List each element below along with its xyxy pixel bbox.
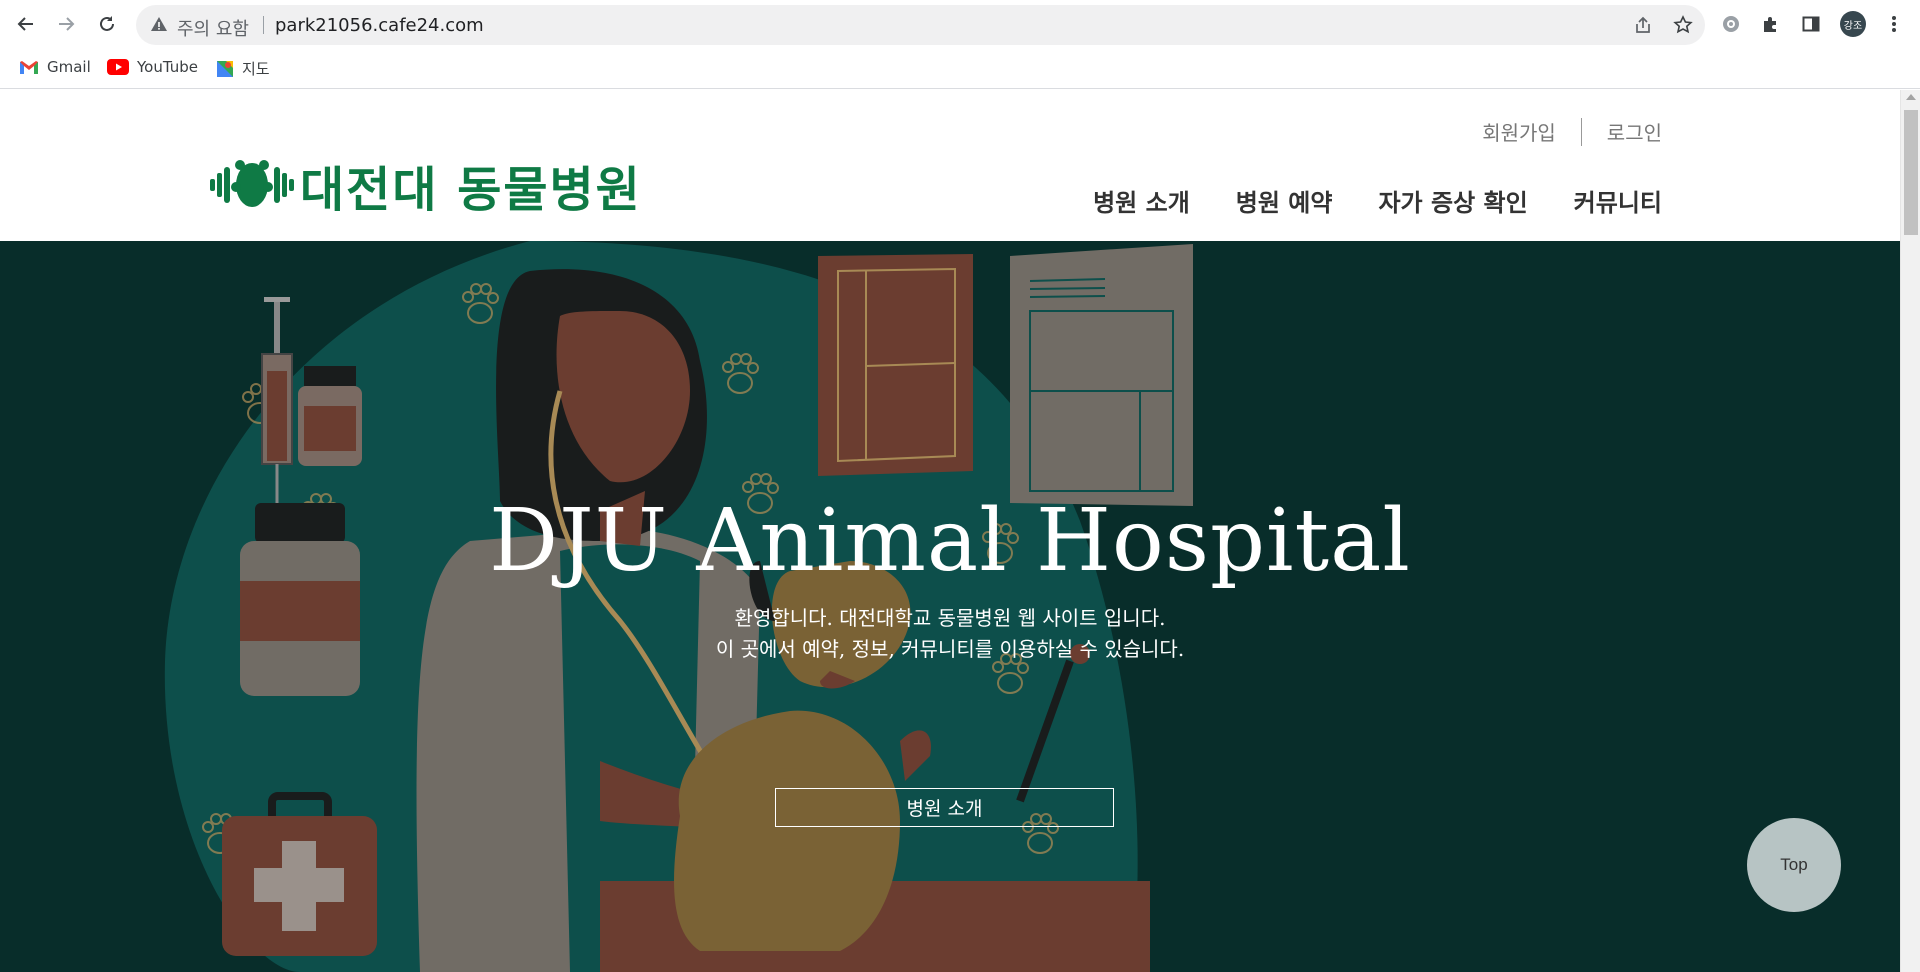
link-divider [1580, 117, 1582, 146]
back-button[interactable] [12, 10, 40, 38]
site-header: 대전대 동물병원 회원가입 로그인 병원 소개 병원 예약 자가 증상 확인 커… [0, 90, 1900, 241]
warning-icon[interactable] [150, 15, 168, 38]
logo-text: 대전대 동물병원 [300, 162, 642, 218]
scrollbar-thumb[interactable] [1904, 110, 1918, 235]
omnibox-divider [263, 16, 264, 34]
menu-kebab-icon[interactable] [1882, 12, 1906, 36]
hero-title: DJU Animal Hospital [489, 491, 1411, 591]
nav-symptom-check[interactable]: 자가 증상 확인 [1378, 183, 1527, 218]
scroll-top-button[interactable]: Top [1747, 818, 1841, 912]
share-icon[interactable] [1632, 14, 1654, 36]
main-navigation: 병원 소개 병원 예약 자가 증상 확인 커뮤니티 [1093, 183, 1662, 218]
bookmark-label: Gmail [47, 58, 91, 76]
browser-toolbar: 주의 요함 park21056.cafe24.com 강조 [0, 0, 1920, 47]
side-panel-icon[interactable] [1799, 12, 1823, 36]
nav-hospital-intro[interactable]: 병원 소개 [1093, 183, 1190, 218]
bookmark-label: 지도 [242, 60, 270, 78]
bookmark-gmail[interactable]: Gmail [19, 58, 91, 76]
extensions-puzzle-icon[interactable] [1759, 12, 1783, 36]
account-links: 회원가입 로그인 [1482, 117, 1662, 146]
hero-subtitle: 환영합니다. 대전대학교 동물병원 웹 사이트 입니다. 이 곳에서 예약, 정… [0, 603, 1900, 665]
bookmark-youtube[interactable]: YouTube [107, 58, 198, 76]
bookmark-label: YouTube [137, 58, 198, 76]
hospital-intro-button[interactable]: 병원 소개 [775, 788, 1114, 827]
maps-icon [217, 60, 233, 77]
nav-community[interactable]: 커뮤니티 [1574, 183, 1662, 218]
site-logo[interactable]: 대전대 동물병원 [210, 150, 642, 220]
bookmarks-bar: Gmail YouTube 지도 [0, 49, 1920, 89]
page-scrollbar[interactable] [1900, 90, 1920, 972]
paw-logo-icon [210, 160, 294, 207]
website: 대전대 동물병원 회원가입 로그인 병원 소개 병원 예약 자가 증상 확인 커… [0, 90, 1900, 972]
back-arrow-icon [17, 17, 33, 31]
forward-arrow-icon [59, 17, 75, 31]
login-link[interactable]: 로그인 [1607, 117, 1662, 146]
extension-gear-icon[interactable] [1719, 12, 1743, 36]
hero-subtitle-line-1: 환영합니다. 대전대학교 동물병원 웹 사이트 입니다. [734, 606, 1166, 630]
bookmark-maps[interactable]: 지도 [216, 58, 270, 79]
hero-subtitle-line-2: 이 곳에서 예약, 정보, 커뮤니티를 이용하실 수 있습니다. [715, 637, 1185, 661]
url-text[interactable]: park21056.cafe24.com [275, 15, 484, 36]
security-label[interactable]: 주의 요함 [177, 15, 249, 41]
forward-button[interactable] [52, 10, 80, 38]
address-bar[interactable]: 주의 요함 park21056.cafe24.com [136, 5, 1705, 45]
reload-button[interactable] [93, 10, 121, 38]
profile-avatar[interactable]: 강조 [1840, 11, 1866, 37]
gmail-icon [20, 60, 38, 74]
hero-section: DJU Animal Hospital 환영합니다. 대전대학교 동물병원 웹 … [0, 241, 1900, 972]
reload-icon [100, 16, 114, 31]
scroll-up-arrow-icon[interactable] [1906, 94, 1916, 100]
nav-reservation[interactable]: 병원 예약 [1236, 183, 1333, 218]
signup-link[interactable]: 회원가입 [1482, 117, 1556, 146]
youtube-icon [107, 59, 129, 75]
bookmark-star-icon[interactable] [1672, 14, 1694, 36]
